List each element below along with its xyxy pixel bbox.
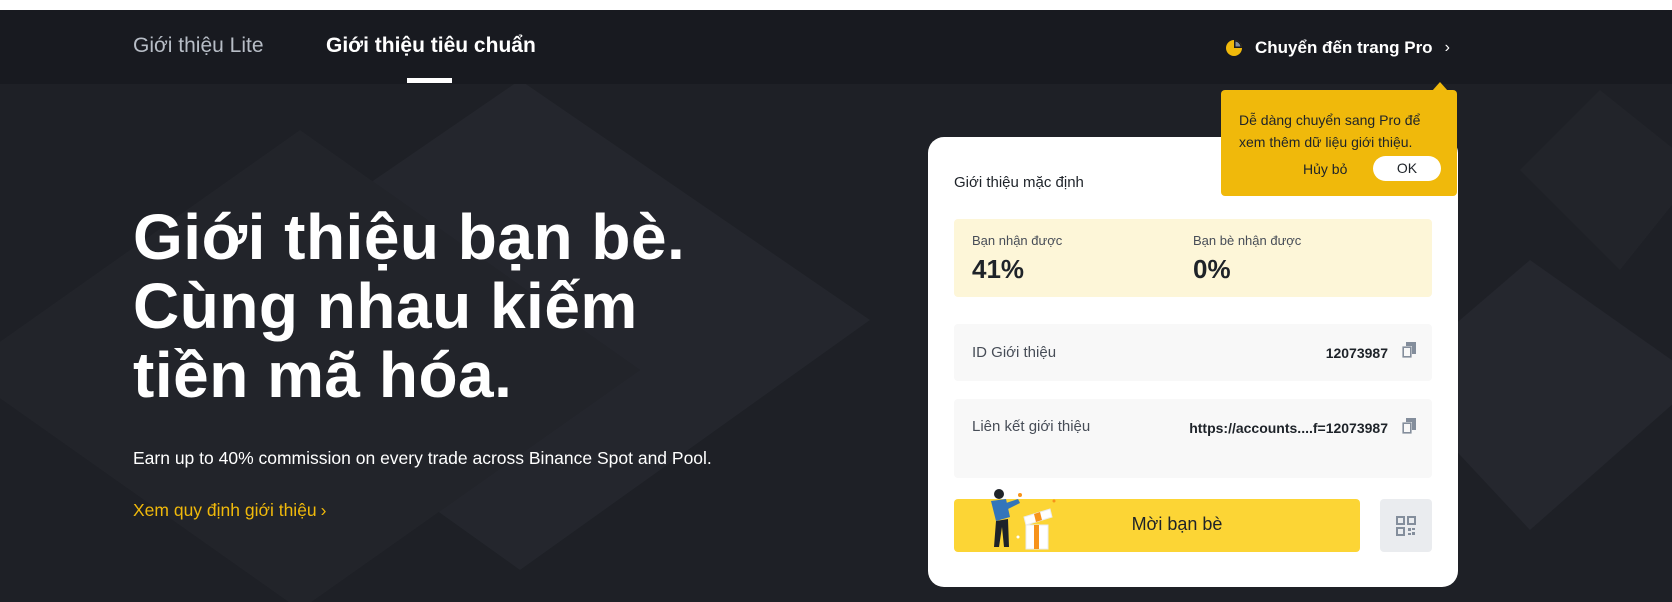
top-nav-bar: Giới thiệu Lite Giới thiệu tiêu chuẩn Ch… bbox=[0, 10, 1672, 84]
friend-receives-value: 0% bbox=[1193, 254, 1231, 284]
referral-link-field: Liên kết giới thiệu https://accounts....… bbox=[954, 399, 1432, 478]
card-title: Giới thiệu mặc định bbox=[954, 174, 1084, 191]
commission-rates-panel: Bạn nhận được 41% Bạn bè nhận được 0% bbox=[954, 219, 1432, 297]
referral-link-label: Liên kết giới thiệu bbox=[972, 418, 1091, 435]
copy-icon[interactable] bbox=[1402, 418, 1416, 434]
invite-friends-label: Mời bạn bè bbox=[1131, 514, 1223, 534]
hero-subtitle: Earn up to 40% commission on every trade… bbox=[133, 448, 712, 468]
referral-id-field: ID Giới thiệu 12073987 bbox=[954, 324, 1432, 381]
you-receive-value: 41% bbox=[972, 254, 1025, 284]
tab-referral-lite[interactable]: Giới thiệu Lite bbox=[133, 34, 264, 58]
referral-rules-label: Xem quy định giới thiệu bbox=[133, 500, 317, 520]
referral-page: Giới thiệu Lite Giới thiệu tiêu chuẩn Ch… bbox=[0, 10, 1672, 602]
switch-to-pro-link[interactable]: Chuyển đến trang Pro › bbox=[1224, 36, 1450, 60]
you-receive: Bạn nhận được 41% bbox=[972, 233, 1062, 285]
tooltip-ok-button[interactable]: OK bbox=[1373, 156, 1441, 181]
pie-chart-icon bbox=[1226, 40, 1242, 56]
tooltip-text: Dễ dàng chuyển sang Pro để xem thêm dữ l… bbox=[1239, 112, 1421, 150]
friend-receives-label: Bạn bè nhận được bbox=[1193, 233, 1302, 248]
invite-friends-button[interactable]: Mời bạn bè bbox=[954, 489, 1360, 552]
copy-icon[interactable] bbox=[1402, 342, 1416, 358]
chevron-right-icon: › bbox=[320, 500, 327, 520]
you-receive-label: Bạn nhận được bbox=[972, 233, 1063, 248]
friend-receives: Bạn bè nhận được 0% bbox=[1193, 233, 1301, 285]
referral-rules-link[interactable]: Xem quy định giới thiệu › bbox=[133, 500, 327, 521]
active-tab-indicator bbox=[407, 78, 452, 83]
referral-id-value: 12073987 bbox=[1325, 345, 1388, 361]
referral-link-value: https://accounts....f=12073987 bbox=[1189, 420, 1388, 436]
tooltip-cancel-button[interactable]: Hủy bỏ bbox=[1303, 161, 1347, 177]
tab-referral-standard[interactable]: Giới thiệu tiêu chuẩn bbox=[326, 34, 536, 58]
qr-code-icon bbox=[1396, 516, 1416, 536]
qr-code-button[interactable] bbox=[1380, 499, 1432, 552]
switch-to-pro-label: Chuyển đến trang Pro bbox=[1255, 38, 1433, 57]
referral-card: Giới thiệu mặc định Bạn nhận được 41% Bạ… bbox=[928, 137, 1458, 587]
pro-tooltip: Dễ dàng chuyển sang Pro để xem thêm dữ l… bbox=[1221, 90, 1457, 196]
referral-id-label: ID Giới thiệu bbox=[972, 344, 1057, 361]
hero-title: Giới thiệu bạn bè. Cùng nhau kiếm tiền m… bbox=[133, 201, 686, 411]
chevron-right-icon: › bbox=[1444, 39, 1450, 56]
